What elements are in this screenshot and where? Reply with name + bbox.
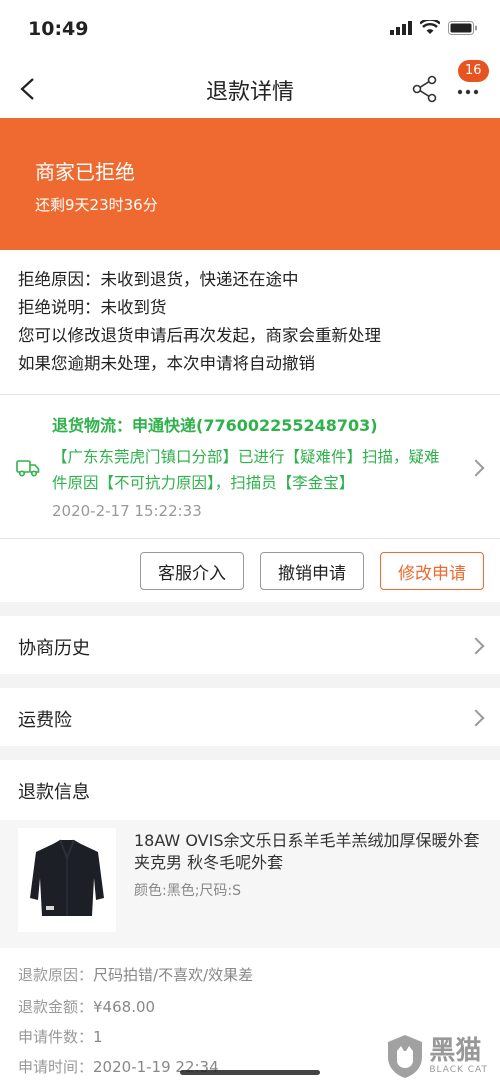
home-indicator xyxy=(180,1070,320,1075)
black-cat-watermark: 黑猫 BLACK CAT xyxy=(385,1033,488,1079)
remaining-time: 还剩9天23时36分 xyxy=(35,196,158,214)
logistics-title: 退货物流：申通快递(776002255248703) xyxy=(52,416,378,435)
product-thumbnail xyxy=(18,828,116,932)
watermark-subtext: BLACK CAT xyxy=(429,1065,488,1075)
chevron-right-icon xyxy=(467,637,485,655)
request-count-row: 申请件数：1 xyxy=(18,1026,103,1047)
refund-amount-label: 退款金额： xyxy=(18,998,94,1016)
more-icon[interactable] xyxy=(456,80,480,104)
refund-reason-value: 尺码拍错/不喜欢/效果差 xyxy=(93,966,254,984)
rejection-details: 拒绝原因：未收到退货，快递还在途中 拒绝说明：未收到货 您可以修改退货申请后再次… xyxy=(18,266,381,378)
refund-reason-label: 退款原因： xyxy=(18,966,94,984)
battery-icon xyxy=(448,20,477,35)
logistics-info[interactable]: 退货物流：申通快递(776002255248703) 【广东东莞虎门镇口分部】已… xyxy=(0,396,500,540)
chevron-right-icon xyxy=(467,459,485,477)
logistics-time: 2020-2-17 15:22:33 xyxy=(52,502,202,520)
product-name: 18AW OVIS余文乐日系羊毛羊羔绒加厚保暖外套夹克男 秋冬毛呢外套 xyxy=(134,831,480,872)
refund-reason-row: 退款原因：尺码拍错/不喜欢/效果差 xyxy=(18,964,253,985)
customer-service-button[interactable]: 客服介入 xyxy=(140,552,244,590)
shipping-insurance-label: 运费险 xyxy=(18,710,72,731)
product-item[interactable]: 18AW OVIS余文乐日系羊毛羊羔绒加厚保暖外套夹克男 秋冬毛呢外套 颜色:黑… xyxy=(0,820,500,948)
jacket-image xyxy=(30,839,104,916)
shield-icon xyxy=(388,1035,423,1078)
message-count-badge: 16 xyxy=(458,60,489,82)
wifi-icon xyxy=(420,20,440,34)
product-spec: 颜色:黑色;尺码:S xyxy=(134,883,242,899)
rejection-note: 拒绝说明：未收到货 xyxy=(18,298,167,317)
cancel-request-button[interactable]: 撤销申请 xyxy=(260,552,364,590)
refund-status-banner: 商家已拒绝 还剩9天23时36分 xyxy=(0,118,500,250)
rejection-warning: 如果您逾期未处理，本次申请将自动撤销 xyxy=(18,354,315,373)
refund-info-header: 退款信息 xyxy=(18,782,90,803)
status-bar: 10:49 xyxy=(0,0,500,60)
chevron-right-icon xyxy=(467,709,485,727)
logistics-detail: 【广东东莞虎门镇口分部】已进行【疑难件】扫描，疑难件原因【不可抗力原因】，扫描员… xyxy=(52,448,440,492)
negotiation-history-row[interactable]: 协商历史 xyxy=(0,616,500,674)
request-count-value: 1 xyxy=(93,1028,103,1046)
share-icon[interactable] xyxy=(410,74,440,104)
rejection-card: 拒绝原因：未收到退货，快递还在途中 拒绝说明：未收到货 您可以修改退货申请后再次… xyxy=(0,250,500,602)
request-time-label: 申请时间： xyxy=(18,1058,94,1076)
modify-request-button[interactable]: 修改申请 xyxy=(380,552,484,590)
refund-amount-value: ¥468.00 xyxy=(93,998,156,1016)
refund-status-title: 商家已拒绝 xyxy=(35,160,135,184)
rejection-reason: 拒绝原因：未收到退货，快递还在途中 xyxy=(18,270,299,289)
divider xyxy=(0,394,500,395)
rejection-hint: 您可以修改退货申请后再次发起，商家会重新处理 xyxy=(18,326,381,345)
status-icons xyxy=(390,20,478,35)
signal-icon xyxy=(390,20,412,35)
watermark-text: 黑猫 xyxy=(429,1036,482,1066)
request-count-label: 申请件数： xyxy=(18,1028,94,1046)
divider xyxy=(0,538,500,539)
shipping-insurance-row[interactable]: 运费险 xyxy=(0,688,500,746)
refund-amount-row: 退款金额：¥468.00 xyxy=(18,996,155,1017)
navigation-bar: 退款详情 16 xyxy=(0,60,500,118)
truck-icon xyxy=(16,460,40,477)
negotiation-history-label: 协商历史 xyxy=(18,638,90,659)
status-time: 10:49 xyxy=(28,18,89,40)
